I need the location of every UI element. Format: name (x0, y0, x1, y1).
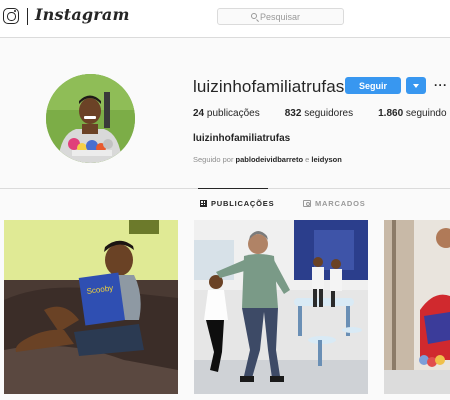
tab-posts-label: PUBLICAÇÕES (211, 199, 275, 208)
suggestions-dropdown-button[interactable] (406, 77, 426, 94)
post-thumbnail[interactable] (384, 220, 450, 394)
nav-divider (27, 8, 28, 25)
search-box[interactable] (217, 8, 344, 25)
avatar-photo (46, 74, 135, 163)
post-thumbnail[interactable] (194, 220, 368, 394)
followers-count: 832 (284, 108, 302, 119)
followed-by-prefix: Seguido por (193, 155, 234, 164)
active-tab-indicator (198, 188, 268, 189)
tab-tagged-label: MARCADOS (315, 199, 366, 208)
post-image-partial (384, 220, 450, 394)
following-count: 1.860 (378, 108, 404, 119)
tab-tagged[interactable]: MARCADOS (303, 199, 366, 208)
instagram-wordmark[interactable]: Instagram (35, 5, 130, 24)
top-navigation: Instagram (0, 0, 450, 38)
tagged-icon (303, 200, 311, 207)
followers-label: seguidores (304, 108, 354, 119)
stat-posts: 24 publicações (193, 108, 260, 119)
following-label: seguindo (405, 108, 447, 119)
posts-label: publicações (206, 108, 260, 119)
search-icon (251, 13, 257, 19)
post-image-boy-reading: Scooby (4, 220, 178, 394)
post-thumbnail[interactable]: Scooby (4, 220, 178, 394)
profile-stats: 24 publicações 832 seguidores 1.860 segu… (193, 108, 450, 119)
post-image-man-dancing (194, 220, 368, 394)
tab-posts[interactable]: PUBLICAÇÕES (200, 199, 274, 208)
follow-button[interactable]: Seguir (345, 77, 401, 94)
search-input[interactable] (260, 11, 310, 22)
stat-following[interactable]: 1.860 seguindo (378, 108, 446, 119)
chevron-down-icon (413, 83, 419, 88)
followed-by-user-link[interactable]: leidyson (311, 155, 341, 164)
grid-icon (200, 200, 207, 207)
stat-followers[interactable]: 832 seguidores (285, 108, 353, 119)
posts-count: 24 (193, 108, 205, 119)
profile-full-name: luizinhofamiliatrufas (193, 133, 291, 144)
profile-avatar[interactable] (46, 74, 135, 163)
followed-by-user-link[interactable]: pablodeividbarreto (236, 155, 304, 164)
profile-username: luizinhofamiliatrufas (193, 77, 345, 96)
more-options-icon[interactable]: ··· (434, 78, 448, 92)
instagram-camera-icon[interactable] (3, 8, 19, 24)
followed-by-text: Seguido por pablodeividbarreto e leidyso… (193, 155, 342, 164)
followed-by-conjunction: e (305, 155, 310, 164)
